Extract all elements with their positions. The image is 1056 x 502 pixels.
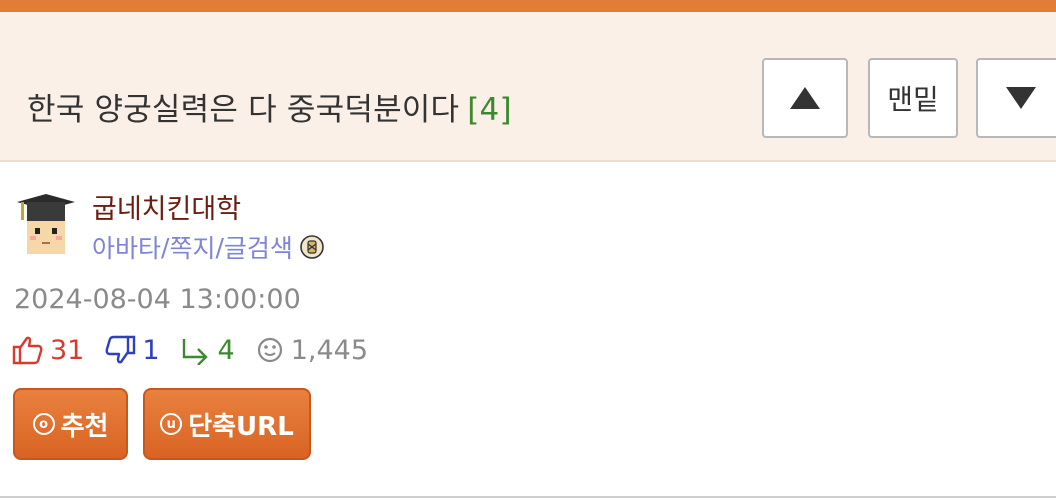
view-stat: 1,445 xyxy=(255,335,368,366)
scroll-bottom-label: 맨밑 xyxy=(887,83,939,116)
recommend-button[interactable]: o 추천 xyxy=(13,388,128,460)
arrow-up-icon xyxy=(790,87,820,109)
recommend-icon: o xyxy=(32,413,55,435)
short-url-label: 단축URL xyxy=(188,411,294,442)
upvote-stat: 31 xyxy=(12,335,84,366)
post-header: 한국 양궁실력은 다 중국덕분이다 [4] 맨밑 xyxy=(0,12,1056,162)
thumbs-up-icon xyxy=(12,336,43,365)
arrow-down-icon xyxy=(1006,87,1036,109)
scroll-down-button[interactable] xyxy=(976,58,1056,138)
post-title-text: 한국 양궁실력은 다 중국덕분이다 xyxy=(27,92,460,128)
upvote-count: 31 xyxy=(50,334,85,366)
reply-stat: 4 xyxy=(180,335,235,366)
downvote-count: 1 xyxy=(142,334,160,366)
recommend-label: 추천 xyxy=(60,411,109,442)
short-url-button[interactable]: u 단축URL xyxy=(143,388,311,460)
reply-arrow-icon xyxy=(182,339,208,365)
post-stats: 31 1 4 1,445 xyxy=(12,332,388,368)
comment-count[interactable]: [4] xyxy=(467,92,512,128)
downvote-stat: 1 xyxy=(104,334,160,366)
post-timestamp: 2024-08-04 13:00:00 xyxy=(14,284,301,315)
author-name[interactable]: 굽네치킨대학 xyxy=(92,187,241,226)
message-link[interactable]: 쪽지 xyxy=(169,229,215,265)
reply-count: 4 xyxy=(217,334,235,366)
smiley-icon xyxy=(257,337,282,363)
scroll-top-button[interactable] xyxy=(762,58,848,138)
view-count: 1,445 xyxy=(290,334,369,366)
scroll-bottom-button[interactable]: 맨밑 xyxy=(868,58,958,138)
short-url-icon: u xyxy=(160,413,183,435)
member-badge-icon xyxy=(300,235,324,259)
top-accent-bar xyxy=(0,0,1056,12)
post-title: 한국 양궁실력은 다 중국덕분이다 [4] xyxy=(27,84,512,129)
avatar-link[interactable]: 아바타 xyxy=(92,229,161,265)
link-separator: / xyxy=(161,232,170,262)
thumbs-down-icon xyxy=(105,335,136,364)
avatar[interactable] xyxy=(13,190,79,256)
search-posts-link[interactable]: 글검색 xyxy=(224,229,293,265)
author-links: 아바타 / 쪽지 / 글검색 xyxy=(92,229,325,265)
link-separator: / xyxy=(215,232,224,262)
divider xyxy=(0,496,1056,498)
